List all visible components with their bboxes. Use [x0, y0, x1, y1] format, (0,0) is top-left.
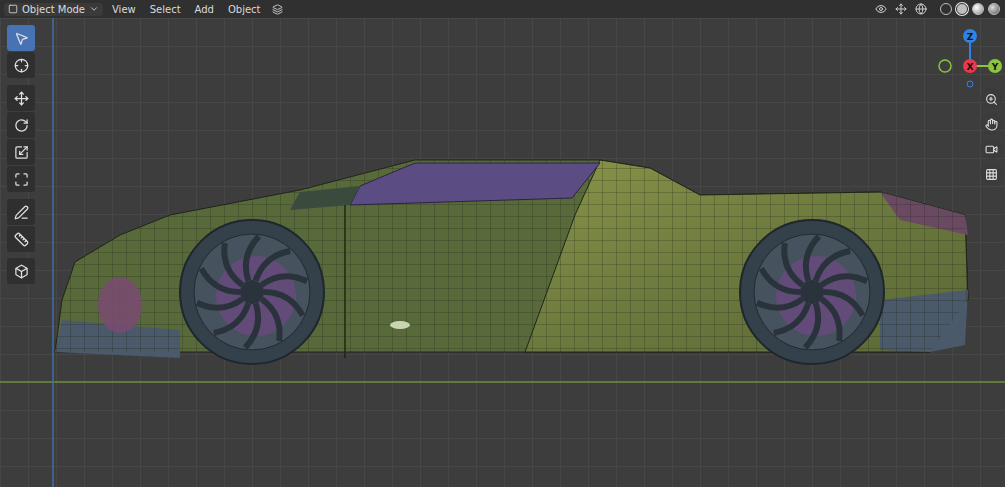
add-icon	[14, 264, 29, 279]
rotate-icon	[14, 118, 29, 133]
solid-shading-button[interactable]	[955, 2, 969, 16]
camera-button[interactable]	[980, 138, 1002, 160]
mode-dropdown[interactable]: Object Mode	[4, 3, 103, 16]
transform-icon	[14, 172, 29, 187]
svg-text:Z: Z	[967, 32, 974, 42]
cursor-icon	[14, 58, 29, 73]
overlay-icon[interactable]	[913, 1, 929, 17]
select-icon	[14, 31, 29, 46]
move-icon	[14, 91, 29, 106]
svg-text:Y: Y	[991, 62, 999, 72]
layers-icon[interactable]	[270, 1, 286, 17]
menu-item[interactable]: Object	[223, 3, 266, 16]
perspective-icon	[985, 168, 998, 181]
menu-item[interactable]: Select	[145, 3, 186, 16]
wheel	[740, 220, 884, 364]
rendered-shading-button[interactable]	[987, 2, 1001, 16]
wireframe-shading-button[interactable]	[939, 2, 953, 16]
viewport[interactable]: Z X Y	[0, 18, 1005, 487]
solid-icon	[956, 3, 968, 15]
menu-item[interactable]: Add	[190, 3, 219, 16]
measure-tool[interactable]	[7, 226, 35, 252]
viewport-header: Object Mode View Select Add Object	[0, 0, 1005, 18]
gizmo-toggle-icon[interactable]	[893, 1, 909, 17]
rotate-tool[interactable]	[7, 112, 35, 138]
scale-icon	[14, 145, 29, 160]
rendered-icon	[988, 3, 1000, 15]
navigation-buttons	[980, 88, 1002, 185]
car-model[interactable]	[0, 18, 1005, 487]
wheel	[180, 220, 324, 364]
pan-button[interactable]	[980, 113, 1002, 135]
measure-icon	[14, 232, 29, 247]
zoom-button[interactable]	[980, 88, 1002, 110]
move-tool[interactable]	[7, 85, 35, 111]
select-tool[interactable]	[7, 25, 35, 51]
shading-group	[939, 2, 1001, 16]
transform-tool[interactable]	[7, 166, 35, 192]
camera-icon	[985, 143, 998, 156]
toolbar	[7, 25, 35, 284]
pan-icon	[985, 118, 998, 131]
add-tool[interactable]	[7, 258, 35, 284]
cursor-tool[interactable]	[7, 52, 35, 78]
zoom-icon	[985, 93, 998, 106]
annotate-icon	[14, 205, 29, 220]
visibility-icon[interactable]	[873, 1, 889, 17]
navigation-gizmo[interactable]: Z X Y	[935, 26, 1005, 88]
chevron-icon	[89, 4, 99, 14]
blender-window: Object Mode View Select Add Object Z X Y	[0, 0, 1005, 487]
material-icon	[972, 3, 984, 15]
material-shading-button[interactable]	[971, 2, 985, 16]
perspective-button[interactable]	[980, 163, 1002, 185]
menu-item[interactable]: View	[107, 3, 141, 16]
wireframe-icon	[940, 3, 952, 15]
scale-tool[interactable]	[7, 139, 35, 165]
annotate-tool[interactable]	[7, 199, 35, 225]
svg-text:X: X	[967, 62, 974, 72]
mode-icon	[8, 4, 18, 14]
